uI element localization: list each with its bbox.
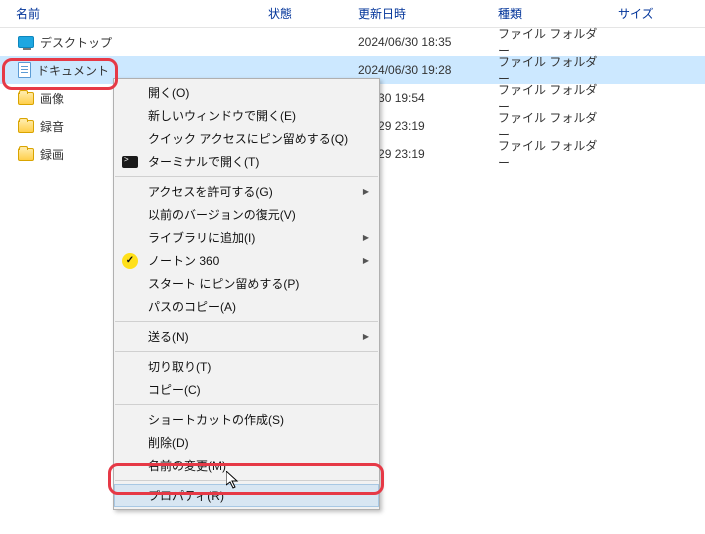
- item-name: ドキュメント: [37, 62, 109, 79]
- menu-copy[interactable]: コピー(C): [114, 378, 379, 401]
- column-header-type[interactable]: 種類: [490, 0, 610, 27]
- menu-restore-previous[interactable]: 以前のバージョンの復元(V): [114, 203, 379, 226]
- terminal-icon: [122, 154, 138, 170]
- folder-icon: [18, 148, 34, 161]
- menu-rename[interactable]: 名前の変更(M): [114, 454, 379, 477]
- item-name: デスクトップ: [40, 34, 112, 51]
- menu-open-new-window[interactable]: 新しいウィンドウで開く(E): [114, 104, 379, 127]
- column-headers: 名前 状態 更新日時 種類 サイズ: [0, 0, 705, 28]
- menu-add-library[interactable]: ライブラリに追加(I): [114, 226, 379, 249]
- desktop-icon: [18, 36, 34, 48]
- item-name: 画像: [40, 90, 64, 107]
- folder-icon: [18, 120, 34, 133]
- menu-separator: [115, 321, 378, 322]
- menu-pin-quick-access[interactable]: クイック アクセスにピン留めする(Q): [114, 127, 379, 150]
- column-header-status[interactable]: 状態: [260, 0, 350, 27]
- folder-icon: [18, 92, 34, 105]
- norton-icon: [122, 253, 138, 269]
- column-header-date[interactable]: 更新日時: [350, 0, 490, 27]
- menu-separator: [115, 404, 378, 405]
- menu-properties[interactable]: プロパティ(R): [114, 484, 379, 507]
- column-header-size[interactable]: サイズ: [610, 0, 690, 27]
- menu-separator: [115, 176, 378, 177]
- document-icon: [18, 62, 31, 78]
- menu-separator: [115, 480, 378, 481]
- menu-open[interactable]: 開く(O): [114, 81, 379, 104]
- menu-open-terminal[interactable]: ターミナルで開く(T): [114, 150, 379, 173]
- menu-copy-path[interactable]: パスのコピー(A): [114, 295, 379, 318]
- menu-create-shortcut[interactable]: ショートカットの作成(S): [114, 408, 379, 431]
- menu-grant-access[interactable]: アクセスを許可する(G): [114, 180, 379, 203]
- menu-norton[interactable]: ノートン 360: [114, 249, 379, 272]
- item-date: 2024/06/30 18:35: [350, 35, 490, 49]
- item-name: 録画: [40, 146, 64, 163]
- menu-delete[interactable]: 削除(D): [114, 431, 379, 454]
- menu-separator: [115, 351, 378, 352]
- menu-cut[interactable]: 切り取り(T): [114, 355, 379, 378]
- item-date: 2024/06/30 19:28: [350, 63, 490, 77]
- item-type: ファイル フォルダー: [490, 137, 610, 171]
- menu-send-to[interactable]: 送る(N): [114, 325, 379, 348]
- context-menu: 開く(O) 新しいウィンドウで開く(E) クイック アクセスにピン留めする(Q)…: [113, 78, 380, 510]
- list-item[interactable]: デスクトップ 2024/06/30 18:35 ファイル フォルダー: [0, 28, 705, 56]
- column-header-name[interactable]: 名前: [0, 0, 260, 27]
- item-name: 録音: [40, 118, 64, 135]
- menu-pin-start[interactable]: スタート にピン留めする(P): [114, 272, 379, 295]
